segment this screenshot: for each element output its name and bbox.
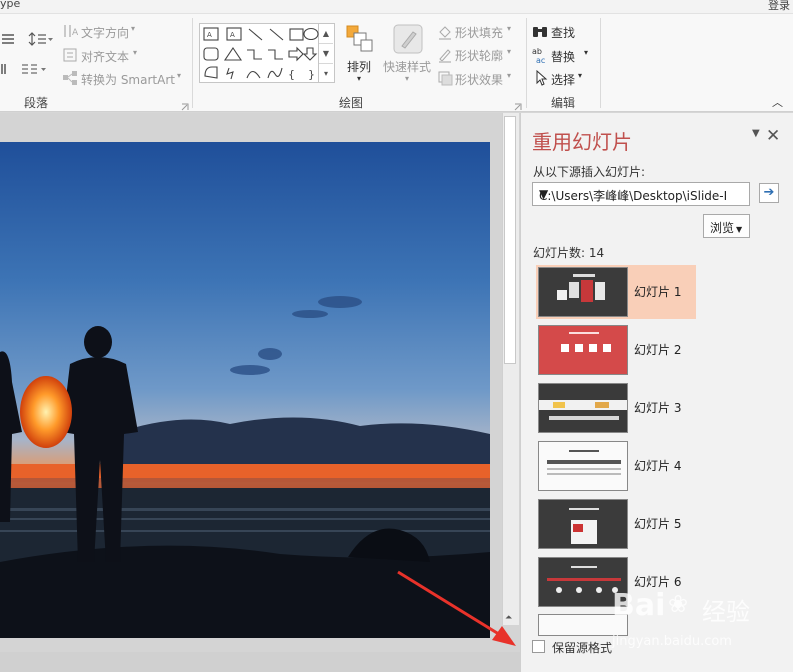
slide-item-2[interactable]: 幻灯片 2 (536, 323, 696, 377)
browse-dropdown-icon: ▼ (736, 225, 743, 234)
ribbon-separator (600, 18, 601, 108)
svg-text:A: A (72, 28, 78, 38)
gallery-up-icon[interactable]: ▲ (319, 24, 333, 44)
quick-styles-icon (393, 24, 423, 54)
pane-options-icon[interactable]: ▼ (752, 128, 760, 139)
browse-label: 浏览 (710, 221, 735, 235)
slide-thumbnail (538, 383, 628, 433)
group-label-paragraph: 段落 (24, 96, 49, 110)
gallery-more-icon[interactable]: ▾ (319, 64, 333, 84)
collapse-ribbon-icon[interactable]: ︿ (772, 94, 783, 110)
align-text-icon (62, 47, 78, 63)
slide-thumbnail (538, 325, 628, 375)
svg-text:A: A (207, 31, 212, 39)
slide-item-label: 幻灯片 2 (634, 343, 682, 357)
shape-effects-dropdown-icon: ▾ (507, 71, 512, 80)
watermark-jingyan: 经验 (702, 598, 750, 626)
smartart-icon (62, 70, 78, 86)
text-direction-button[interactable]: 文字方向 (81, 24, 129, 41)
browse-button[interactable]: 浏览 ▼ (703, 214, 750, 238)
chevron-down-icon[interactable]: ▼ (539, 187, 729, 201)
keep-source-format-label: 保留源格式 (552, 641, 613, 655)
shape-effects-button[interactable]: 形状效果 (455, 71, 503, 88)
shape-outline-icon (437, 47, 453, 63)
shape-fill-dropdown-icon: ▾ (507, 24, 512, 33)
select-cursor-icon (534, 69, 548, 86)
slide-item-1[interactable]: 幻灯片 1 (536, 265, 696, 319)
arrange-button[interactable]: 排列 (347, 58, 371, 75)
slide-item-3[interactable]: 幻灯片 3 (536, 381, 696, 435)
slide-thumbnail (538, 441, 628, 491)
window-title-fragment: ype (0, 0, 21, 10)
svg-text:{: { (288, 68, 295, 81)
pane-title: 重用幻灯片 (532, 130, 632, 154)
slide-photo[interactable] (0, 142, 490, 638)
slide-item-4[interactable]: 幻灯片 4 (536, 439, 696, 493)
arrange-icon (346, 25, 374, 53)
dialog-launcher-icon[interactable] (181, 100, 189, 111)
list-indent-icon[interactable] (0, 32, 16, 46)
svg-text:A: A (230, 31, 235, 39)
select-button[interactable]: 选择 (551, 71, 575, 88)
slide-item-label: 幻灯片 4 (634, 459, 682, 473)
align-text-button[interactable]: 对齐文本 (81, 48, 129, 65)
go-arrow-icon[interactable]: ➔ (759, 183, 779, 203)
watermark-url: jingyan.baidu.com (612, 634, 732, 649)
ribbon: A 文字方向 ▾ 对齐文本 ▾ 转换为 SmartArt ▾ 段落 {} A A… (0, 14, 793, 112)
find-button[interactable]: 查找 (551, 24, 575, 41)
align-icon[interactable] (0, 62, 8, 76)
scrollbar-thumb[interactable] (504, 116, 516, 364)
shape-fill-icon (437, 24, 453, 40)
baidu-watermark: Bai ❀ 经验 jingyan.baidu.com (612, 588, 792, 658)
annotation-arrow-icon (397, 570, 516, 646)
group-label-drawing: 绘图 (339, 96, 364, 110)
shape-outline-button[interactable]: 形状轮廓 (455, 47, 503, 64)
drawing-dialog-launcher-icon[interactable] (514, 100, 522, 111)
shape-fill-button[interactable]: 形状填充 (455, 24, 503, 41)
columns-icon[interactable] (20, 62, 48, 76)
source-label: 从以下源插入幻灯片: (533, 165, 646, 179)
slide-item-label: 幻灯片 1 (634, 285, 682, 299)
replace-button[interactable]: 替换 (551, 48, 575, 65)
select-dropdown-icon: ▾ (578, 71, 583, 80)
text-direction-icon: A (62, 23, 79, 39)
convert-smartart-button[interactable]: 转换为 SmartArt (81, 71, 175, 88)
gallery-scroll[interactable]: ▲ ▼ ▾ (319, 23, 335, 83)
quick-styles-button[interactable]: 快速样式 (383, 58, 431, 75)
group-label-editing: 编辑 (551, 96, 576, 110)
slide-count-label: 幻灯片数: 14 (533, 246, 605, 260)
text-direction-dropdown-icon: ▾ (131, 24, 136, 33)
svg-text:}: } (308, 68, 315, 81)
shape-effects-icon (437, 70, 453, 86)
line-spacing-icon[interactable] (28, 31, 54, 47)
svg-text:ab: ab (532, 47, 542, 56)
title-bar: ype 登录 (0, 0, 793, 14)
svg-text:ac: ac (536, 56, 545, 64)
slide-thumbnail (538, 499, 628, 549)
smartart-dropdown-icon: ▾ (177, 71, 182, 80)
keep-source-format-checkbox[interactable] (532, 640, 545, 653)
find-icon (532, 24, 548, 38)
shapes-gallery[interactable]: {} A A (199, 23, 319, 83)
ribbon-separator (526, 18, 527, 108)
watermark-brand: Bai (612, 588, 666, 623)
slide-item-5[interactable]: 幻灯片 5 (536, 497, 696, 551)
slide-thumbnail (538, 267, 628, 317)
replace-icon: ab ac (531, 46, 549, 65)
login-link[interactable]: 登录 (768, 0, 790, 13)
ribbon-separator (192, 18, 193, 108)
quick-styles-dropdown-icon: ▾ (405, 74, 410, 83)
source-path-combobox[interactable]: C:\Users\李峰峰\Desktop\iSlide-I ▼ (532, 182, 750, 206)
close-icon[interactable]: ✕ (766, 126, 780, 146)
slide-item-label: 幻灯片 3 (634, 401, 682, 415)
replace-dropdown-icon: ▾ (584, 48, 589, 57)
align-text-dropdown-icon: ▾ (133, 48, 138, 57)
arrange-dropdown-icon: ▾ (357, 74, 362, 83)
gallery-down-icon[interactable]: ▼ (319, 44, 333, 64)
paw-icon: ❀ (668, 590, 689, 618)
slide-item-label: 幻灯片 5 (634, 517, 682, 531)
shape-outline-dropdown-icon: ▾ (507, 47, 512, 56)
